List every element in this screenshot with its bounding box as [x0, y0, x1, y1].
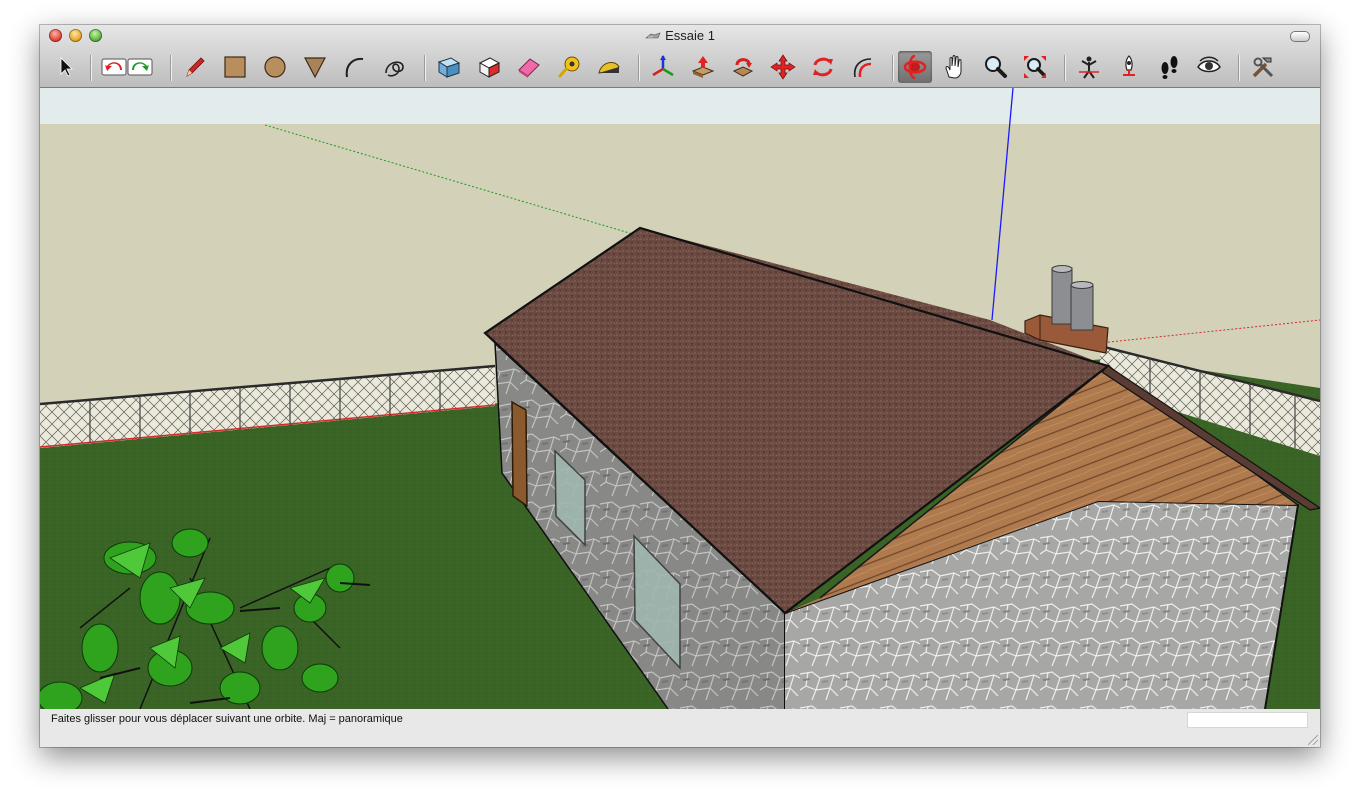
- eraser-icon: [518, 58, 540, 78]
- freehand-tool-button[interactable]: [378, 51, 412, 83]
- follow-me-button[interactable]: [726, 51, 760, 83]
- resize-grip[interactable]: [1308, 735, 1318, 745]
- door: [511, 400, 528, 508]
- circle-tool-button[interactable]: [258, 51, 292, 83]
- polygon-icon: [304, 57, 326, 79]
- circle-icon: [264, 56, 286, 78]
- toolbar-toggle-button[interactable]: [1290, 31, 1310, 42]
- arc-tool-button[interactable]: [338, 51, 372, 83]
- position-camera-icon: [1079, 56, 1099, 79]
- window-title: Essaie 1: [665, 28, 715, 43]
- polygon-tool-button[interactable]: [298, 51, 332, 83]
- select-tool-button[interactable]: [49, 51, 83, 83]
- title-toolbar-chrome: Essaie 1: [40, 25, 1320, 88]
- arc-icon: [345, 57, 364, 78]
- model-viewport[interactable]: [40, 88, 1320, 709]
- zoom-tool-button[interactable]: [978, 51, 1012, 83]
- orbit-icon: [903, 54, 927, 80]
- move-tool-button[interactable]: [766, 51, 800, 83]
- rotate-tool-button[interactable]: [806, 51, 840, 83]
- paint-bucket-icon: [478, 57, 501, 78]
- make-component-icon: [437, 57, 461, 78]
- protractor-button[interactable]: [592, 51, 626, 83]
- axes-tool-button[interactable]: [646, 51, 680, 83]
- walk-tool-button[interactable]: [1112, 51, 1146, 83]
- paint-bucket-button[interactable]: [472, 51, 506, 83]
- zoom-extents-icon: [1024, 56, 1046, 78]
- pan-hand-icon: [945, 55, 962, 79]
- zoom-extents-button[interactable]: [1018, 51, 1052, 83]
- protractor-icon: [598, 61, 620, 74]
- push-pull-button[interactable]: [686, 51, 720, 83]
- offset-icon: [853, 58, 872, 78]
- chimney-pipe-1: [1051, 267, 1073, 325]
- freehand-icon: [385, 61, 404, 77]
- tape-measure-button[interactable]: [552, 51, 586, 83]
- preferences-tools-button[interactable]: [1246, 51, 1280, 83]
- measurements-box[interactable]: [1187, 712, 1308, 728]
- move-icon: [770, 54, 796, 80]
- tape-measure-icon: [557, 56, 580, 78]
- make-component-button[interactable]: [432, 51, 466, 83]
- status-bar: Faites glisser pour vous déplacer suivan…: [40, 709, 1320, 747]
- sketchup-window: Essaie 1 Faites glisser pour vous déplac…: [40, 25, 1320, 747]
- axes-icon: [652, 55, 674, 77]
- redo-icon: [127, 58, 153, 76]
- sky: [40, 88, 1320, 124]
- rotate-icon: [813, 57, 833, 77]
- follow-me-icon: [732, 58, 754, 77]
- redo-button[interactable]: [126, 51, 154, 83]
- position-camera-button[interactable]: [1072, 51, 1106, 83]
- pencil-icon: [186, 57, 205, 77]
- look-around-button[interactable]: [1192, 51, 1226, 83]
- zoom-icon: [985, 56, 1007, 78]
- window-title-bar: Essaie 1: [40, 28, 1320, 43]
- document-icon: [645, 32, 661, 39]
- main-toolbar: [40, 49, 1320, 85]
- look-around-icon: [1197, 56, 1221, 73]
- push-pull-icon: [691, 56, 715, 78]
- orbit-tool-button[interactable]: [898, 51, 932, 83]
- chimney-pipe-2: [1070, 284, 1094, 331]
- offset-tool-button[interactable]: [846, 51, 880, 83]
- model-scene[interactable]: [40, 88, 1320, 709]
- walk-icon: [1123, 55, 1135, 76]
- footprints-button[interactable]: [1152, 51, 1186, 83]
- eraser-tool-button[interactable]: [512, 51, 546, 83]
- rectangle-tool-button[interactable]: [218, 51, 252, 83]
- rectangle-icon: [224, 56, 246, 78]
- undo-icon: [101, 58, 127, 76]
- footprints-icon: [1161, 56, 1178, 79]
- preferences-tools-icon: [1252, 57, 1274, 78]
- select-tool-icon: [60, 57, 73, 77]
- status-hint: Faites glisser pour vous déplacer suivan…: [51, 713, 403, 725]
- pan-tool-button[interactable]: [938, 51, 972, 83]
- undo-button[interactable]: [100, 51, 128, 83]
- pencil-tool-button[interactable]: [178, 51, 212, 83]
